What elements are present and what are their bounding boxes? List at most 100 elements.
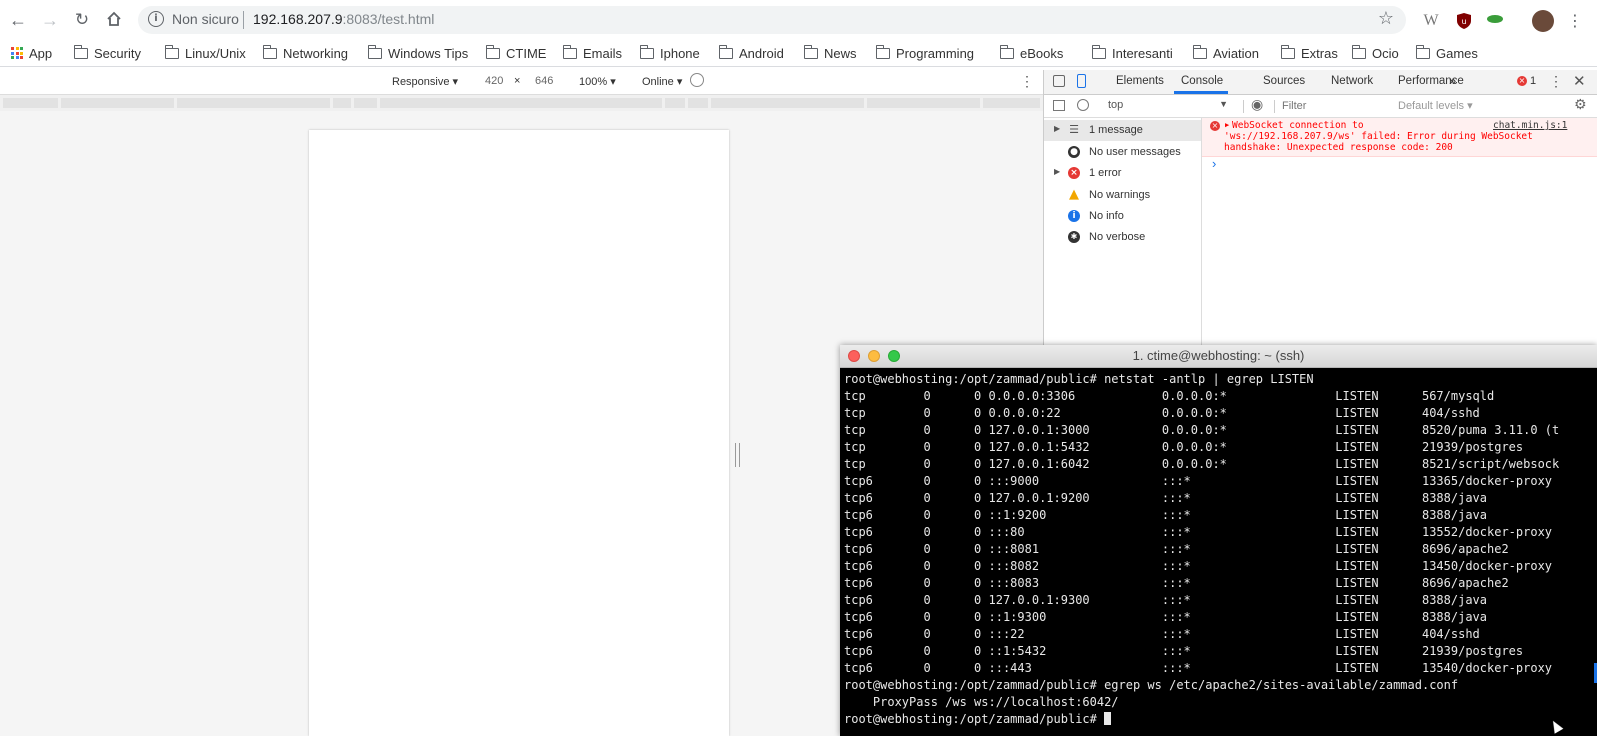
console-filter-input[interactable]: [1280, 97, 1394, 115]
terminal-titlebar[interactable]: 1. ctime@webhosting: ~ (ssh): [840, 345, 1597, 368]
bookmark-folder[interactable]: Android: [718, 44, 784, 62]
device-mode-select[interactable]: Responsive ▾: [392, 75, 458, 88]
terminal-prompt: root@webhosting:/opt/zammad/public#: [844, 712, 1105, 726]
green-extension-icon[interactable]: [1486, 12, 1504, 30]
more-tabs-icon[interactable]: »: [1449, 73, 1456, 88]
expand-triangle-icon[interactable]: ▶: [1054, 124, 1060, 133]
media-query-bar[interactable]: [0, 95, 1043, 111]
wikipedia-extension-icon[interactable]: W: [1422, 12, 1440, 30]
minimize-window-icon[interactable]: [868, 350, 880, 362]
media-query-segment[interactable]: [333, 98, 351, 108]
profile-avatar[interactable]: [1532, 10, 1554, 32]
expand-triangle-icon[interactable]: ▶: [1225, 121, 1229, 129]
media-query-segment[interactable]: [354, 98, 377, 108]
tab-sources[interactable]: Sources: [1263, 75, 1305, 87]
toolbar-divider: [1274, 100, 1275, 113]
sidebar-item-user-messages[interactable]: ● No user messages: [1044, 142, 1201, 163]
device-menu-icon[interactable]: ⋮: [1020, 73, 1034, 90]
tab-network[interactable]: Network: [1331, 75, 1373, 87]
bookmark-folder[interactable]: Emails: [562, 44, 622, 62]
log-levels-select[interactable]: Default levels ▾: [1398, 99, 1473, 112]
bookmark-folder[interactable]: Games: [1415, 44, 1478, 62]
media-query-segment[interactable]: [711, 98, 864, 108]
device-height-input[interactable]: 646: [535, 75, 553, 87]
bookmark-star-icon[interactable]: ☆: [1378, 8, 1394, 29]
terminal-window[interactable]: 1. ctime@webhosting: ~ (ssh) root@webhos…: [840, 345, 1597, 736]
sidebar-item-errors[interactable]: ▶ × 1 error: [1044, 163, 1201, 184]
bookmark-folder[interactable]: Security: [73, 44, 141, 62]
media-query-segment[interactable]: [380, 98, 662, 108]
eye-icon[interactable]: ◉: [1251, 97, 1263, 113]
info-icon[interactable]: i: [148, 11, 164, 27]
terminal-line: tcp6 0 0 :::443 :::* LISTEN 13540/docker…: [844, 661, 1553, 675]
sidebar-item-label: No warnings: [1089, 189, 1151, 201]
inspect-element-icon[interactable]: [1053, 75, 1065, 87]
clear-console-icon[interactable]: [1077, 99, 1089, 111]
terminal-prompt-line[interactable]: root@webhosting:/opt/zammad/public#: [844, 711, 1593, 728]
media-query-segment[interactable]: [665, 98, 685, 108]
maximize-window-icon[interactable]: [888, 350, 900, 362]
reload-icon[interactable]: ↻: [72, 10, 92, 30]
terminal-line: tcp 0 0 0.0.0.0:22 0.0.0.0:* LISTEN 404/…: [844, 406, 1480, 420]
bookmark-folder[interactable]: eBooks: [999, 44, 1063, 62]
terminal-line: tcp6 0 0 127.0.0.1:9200 :::* LISTEN 8388…: [844, 491, 1487, 505]
devtools-close-icon[interactable]: ✕: [1573, 72, 1586, 90]
folder-icon: [803, 44, 818, 59]
zoom-select[interactable]: 100% ▾: [579, 75, 616, 88]
ublock-extension-icon[interactable]: u: [1455, 12, 1473, 30]
sidebar-item-label: 1 error: [1089, 167, 1122, 179]
media-query-segment[interactable]: [867, 98, 980, 108]
device-width-input[interactable]: 420: [485, 75, 503, 87]
folder-icon: [639, 44, 654, 59]
bookmark-folder[interactable]: Aviation: [1192, 44, 1259, 62]
expand-triangle-icon[interactable]: ▶: [1054, 167, 1060, 176]
viewport-resize-handle[interactable]: [735, 443, 740, 467]
bookmark-folder[interactable]: News: [803, 44, 857, 62]
browser-menu-icon[interactable]: ⋮: [1566, 12, 1584, 30]
error-count-icon[interactable]: ×: [1517, 76, 1527, 86]
forward-arrow-icon[interactable]: →: [40, 10, 60, 30]
media-query-segment[interactable]: [177, 98, 330, 108]
terminal-output[interactable]: root@webhosting:/opt/zammad/public# nets…: [844, 371, 1593, 733]
media-query-segment[interactable]: [688, 98, 708, 108]
context-select[interactable]: top ▼: [1108, 99, 1236, 111]
bookmark-folder[interactable]: Linux/Unix: [164, 44, 246, 62]
bookmark-folder[interactable]: Windows Tips: [367, 44, 468, 62]
address-bar[interactable]: i Non sicuro 192.168.207.9:8083/test.htm…: [138, 6, 1406, 34]
bookmark-folder[interactable]: Ocio: [1351, 44, 1399, 62]
close-window-icon[interactable]: [848, 350, 860, 362]
back-arrow-icon[interactable]: ←: [8, 10, 28, 30]
bookmark-apps[interactable]: App: [11, 44, 52, 62]
sidebar-item-messages[interactable]: ▶ ☰ 1 message: [1044, 120, 1201, 141]
sidebar-item-info[interactable]: i No info: [1044, 206, 1201, 227]
bookmark-folder[interactable]: Extras: [1280, 44, 1338, 62]
console-prompt-icon[interactable]: ›: [1212, 156, 1216, 171]
tab-console[interactable]: Console: [1181, 75, 1223, 87]
network-throttle-select[interactable]: Online ▾: [642, 75, 682, 88]
devtools-menu-icon[interactable]: ⋮: [1549, 73, 1563, 90]
bookmark-folder[interactable]: Programming: [875, 44, 974, 62]
media-query-segment[interactable]: [983, 98, 1040, 108]
bookmark-folder[interactable]: Interesanti: [1091, 44, 1173, 62]
device-toggle-icon[interactable]: [1077, 74, 1086, 88]
user-icon: ●: [1068, 146, 1080, 158]
media-query-segment[interactable]: [3, 98, 58, 108]
sidebar-item-warnings[interactable]: ▲ No warnings: [1044, 185, 1201, 206]
sidebar-item-verbose[interactable]: ✱ No verbose: [1044, 227, 1201, 248]
rotate-icon[interactable]: [690, 73, 704, 87]
bookmark-folder[interactable]: Networking: [262, 44, 348, 62]
url-text[interactable]: 192.168.207.9:8083/test.html: [253, 11, 434, 27]
terminal-title: 1. ctime@webhosting: ~ (ssh): [1132, 348, 1305, 363]
tab-elements[interactable]: Elements: [1116, 75, 1164, 87]
home-icon[interactable]: [104, 10, 124, 30]
media-query-segment[interactable]: [61, 98, 174, 108]
sidebar-toggle-icon[interactable]: [1053, 100, 1065, 111]
bookmark-label: Security: [94, 45, 141, 61]
console-error-message[interactable]: × ▶ WebSocket connection to 'ws://192.16…: [1202, 118, 1597, 157]
error-count[interactable]: 1: [1530, 75, 1536, 87]
error-source-link[interactable]: chat.min.js:1: [1493, 120, 1567, 131]
bookmark-folder[interactable]: Iphone: [639, 44, 700, 62]
bookmark-folder[interactable]: CTIME: [485, 44, 546, 62]
console-settings-gear-icon[interactable]: ⚙: [1574, 97, 1587, 113]
device-viewport[interactable]: [309, 130, 729, 736]
